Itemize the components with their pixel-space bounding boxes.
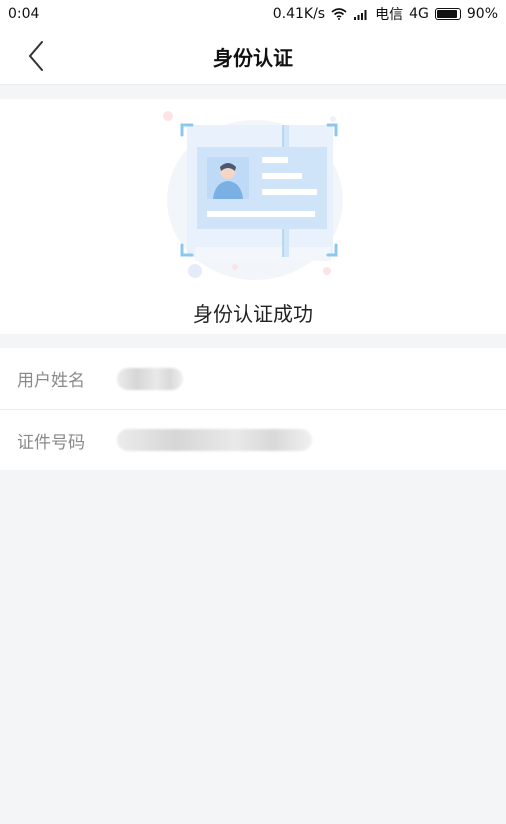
status-bar: 0:04 0.41K/s 电信 4G 90% [0,0,506,28]
chevron-left-icon [28,41,43,71]
page-title: 身份认证 [213,45,293,70]
id-number-value-redacted [117,429,312,451]
hero-card: 身份认证成功 [0,99,506,334]
status-right: 0.41K/s 电信 4G 90% [273,4,498,24]
network-type: 4G [409,6,429,22]
carrier-name: 电信 [375,7,404,23]
user-name-value-redacted [117,367,183,390]
battery-percent: 90% [466,6,498,22]
wifi-icon [331,8,347,20]
identity-info-list: 用户姓名 证件号码 [0,348,506,470]
battery-fill [436,10,457,18]
id-card-illustration [163,111,343,280]
status-time: 0:04 [8,6,40,22]
network-speed: 0.41K/s [272,6,326,22]
verification-success-text: 身份认证成功 [193,302,313,326]
signal-icon [354,10,367,20]
user-name-label: 用户姓名 [17,371,85,391]
battery-icon [434,8,461,20]
back-button[interactable] [20,40,52,72]
id-number-row: 证件号码 [0,409,506,470]
user-name-row: 用户姓名 [0,348,506,409]
id-number-label: 证件号码 [17,432,85,453]
nav-bar: 身份认证 [0,28,506,85]
